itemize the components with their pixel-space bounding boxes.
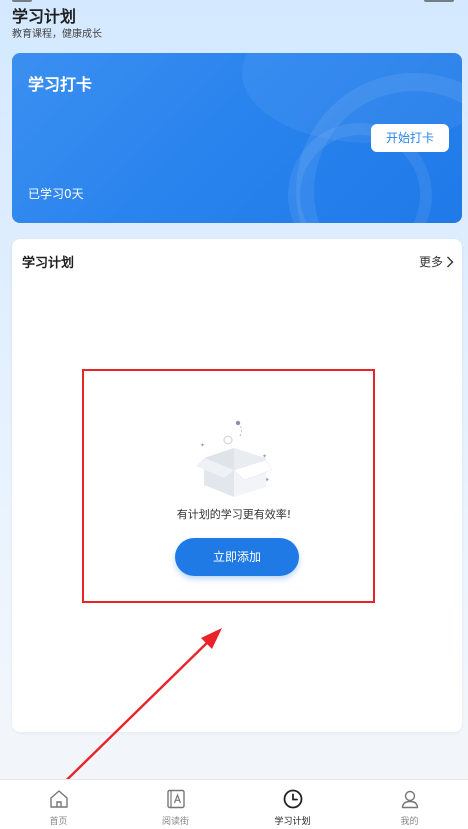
tab-mine[interactable]: 我的: [351, 780, 468, 829]
tab-study-plan[interactable]: 学习计划: [234, 780, 351, 829]
status-bar-right: [424, 0, 454, 2]
more-label: 更多: [418, 255, 443, 269]
tab-label: 首页: [49, 817, 68, 827]
tab-home[interactable]: 首页: [0, 780, 117, 829]
page-title: 学习计划: [12, 7, 77, 26]
tab-label: 阅读街: [161, 817, 189, 827]
highlight-rectangle: [82, 369, 375, 603]
tab-label: 学习计划: [274, 817, 311, 827]
tab-label: 我的: [400, 817, 419, 827]
status-bar-left: [12, 0, 32, 2]
more-link[interactable]: 更多: [419, 253, 454, 270]
bottom-tab-bar: 首页 阅读街 学习计划 我的: [0, 779, 468, 829]
start-checkin-button[interactable]: 开始打卡: [371, 124, 449, 152]
page-header: 学习计划 教育课程，健康成长: [12, 6, 102, 41]
user-icon: [401, 790, 418, 809]
chevron-right-icon: [447, 256, 454, 267]
app-screen: 学习计划 教育课程，健康成长 学习打卡 开始打卡 已学习0天 学习计划 更多 ✦…: [0, 0, 468, 829]
page-subtitle: 教育课程，健康成长: [12, 29, 102, 40]
checkin-card: 学习打卡 开始打卡 已学习0天: [12, 53, 462, 223]
study-days-text: 已学习0天: [28, 187, 84, 201]
home-icon: [49, 790, 68, 808]
checkin-title: 学习打卡: [28, 75, 93, 94]
plan-section-title: 学习计划: [22, 256, 75, 271]
book-icon: [166, 789, 185, 809]
tab-reading-street[interactable]: 阅读街: [117, 780, 234, 829]
clock-icon: [283, 789, 302, 809]
